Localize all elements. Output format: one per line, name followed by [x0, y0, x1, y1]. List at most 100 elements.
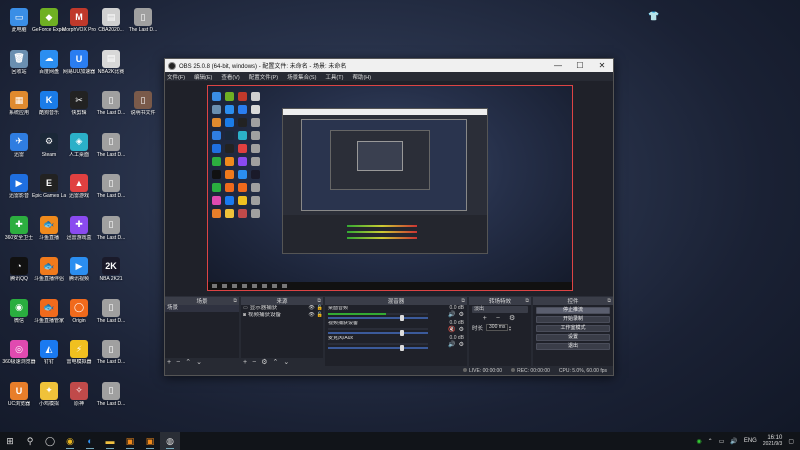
preview-canvas[interactable] — [207, 85, 573, 291]
undock-icon[interactable]: ⧉ — [525, 298, 529, 304]
desktop-shortcut[interactable]: ✦ 小鸡模拟 — [34, 378, 64, 420]
title-bar[interactable]: OBS 25.0.8 (64-bit, windows) - 配置文件: 未命名… — [165, 59, 613, 72]
volume-slider[interactable] — [328, 330, 428, 336]
desktop-shortcut[interactable]: ✈ 迅雷 — [4, 129, 34, 171]
desktop-shortcut[interactable]: ☁ 百度网盘 — [34, 46, 64, 88]
desktop-shortcut[interactable]: ✚ 迅雷游戏盒 — [64, 212, 94, 254]
volume-slider[interactable] — [328, 315, 428, 321]
desktop-shortcut[interactable]: ▯ 说明书文件 — [128, 87, 158, 129]
desktop-shortcut[interactable]: ▯ The Last D... — [96, 378, 126, 420]
desktop-shortcut[interactable]: ◯ Origin — [64, 295, 94, 337]
desktop-shortcut[interactable]: ▤ NBA2K比赛 — [96, 46, 126, 88]
stop-streaming-button[interactable]: 停止推流 — [536, 306, 610, 314]
muted-speaker-icon[interactable]: 🔇 — [448, 326, 455, 333]
duration-input[interactable]: 300 ms — [486, 324, 509, 331]
start-recording-button[interactable]: 开始录制 — [536, 315, 610, 323]
douyu-companion-icon[interactable]: ▣ — [140, 432, 160, 450]
eye-icon[interactable]: 👁 — [308, 305, 314, 312]
network-icon[interactable]: ▭ — [719, 438, 725, 445]
desktop-shortcut[interactable]: ▯ The Last D... — [96, 295, 126, 337]
desktop-shortcut[interactable]: ▯ The Last D... — [128, 4, 158, 46]
search-icon[interactable]: ⚲ — [20, 432, 40, 450]
desktop-shortcut[interactable]: ▤ CBA2020... — [96, 4, 126, 46]
gear-icon[interactable]: ⚙ — [459, 341, 464, 348]
shirt-icon[interactable]: 👕 — [648, 10, 660, 22]
speaker-icon[interactable]: 🔊 — [448, 311, 455, 318]
maximize-button[interactable]: ☐ — [569, 59, 591, 72]
obs-icon[interactable]: ◍ — [160, 432, 180, 450]
douyu-icon[interactable]: ▣ — [120, 432, 140, 450]
desktop-shortcut[interactable]: ✚ 360安全卫士 — [4, 212, 34, 254]
studio-mode-button[interactable]: 工作室模式 — [536, 324, 610, 332]
desktop-shortcut[interactable]: ▦ 系统应用 — [4, 87, 34, 129]
close-button[interactable]: ✕ — [591, 59, 613, 72]
desktop-shortcut[interactable]: ▯ The Last D... — [96, 212, 126, 254]
desktop-shortcut[interactable]: EEpic Games Launcher — [32, 170, 66, 212]
duration-spinner-icon[interactable]: ▴ ▾ — [509, 324, 511, 331]
speaker-icon[interactable]: 🔊 — [448, 341, 455, 348]
menu-item[interactable]: 编辑(E) — [194, 73, 212, 81]
desktop-shortcut[interactable]: ▯ The Last D... — [96, 129, 126, 171]
desktop-shortcut[interactable]: 🐟 斗鱼直播管家 — [34, 295, 64, 337]
scene-list[interactable]: 场景 — [165, 305, 239, 358]
desktop-shortcut[interactable]: M MorphVOX Pro — [62, 4, 96, 46]
desktop-shortcut[interactable]: ◎ 360极速浏览器 — [2, 336, 36, 378]
lock-icon[interactable]: 🔓 — [317, 305, 323, 312]
desktop-shortcut[interactable]: ◆GeForce Experience — [32, 4, 66, 46]
menu-item[interactable]: 场景集合(S) — [287, 73, 316, 81]
desktop-shortcut[interactable]: ⚡ 雷电模拟器 — [64, 336, 94, 378]
preview-area[interactable] — [165, 81, 613, 296]
desktop-shortcut[interactable]: ◉ 微信 — [4, 295, 34, 337]
source-item[interactable]: ◙ 视频捕获设备 👁 🔓 — [241, 312, 323, 319]
edge-icon[interactable]: ◐ — [80, 432, 100, 450]
menu-item[interactable]: 配置文件(P) — [249, 73, 278, 81]
gear-icon[interactable]: ⚙ — [459, 311, 464, 318]
source-list[interactable]: ▭ 显示器捕获 👁 🔓 ◙ 视频捕获设备 👁 🔓 — [241, 305, 323, 358]
desktop-shortcut[interactable]: ◭ 钉钉 — [34, 336, 64, 378]
desktop-shortcut[interactable]: ▯ The Last D... — [96, 170, 126, 212]
desktop-shortcut[interactable]: ▭ 此电脑 — [4, 4, 34, 46]
menu-item[interactable]: 帮助(H) — [352, 73, 371, 81]
desktop-shortcut[interactable]: ▯ The Last D... — [96, 336, 126, 378]
desktop-shortcut[interactable]: K 酷狗音乐 — [34, 87, 64, 129]
wechat-tray-icon[interactable]: ◉ — [696, 438, 701, 445]
desktop-shortcut[interactable]: ▶ 迅雷影音 — [4, 170, 34, 212]
volume-icon[interactable]: 🔊 — [730, 438, 737, 445]
desktop-shortcut[interactable]: 2K NBA 2K21 — [96, 253, 126, 295]
file-explorer-icon[interactable]: ▬ — [100, 432, 120, 450]
desktop-shortcut[interactable]: ✂ 快剪辑 — [64, 87, 94, 129]
desktop-shortcut[interactable]: ✧ 原神 — [64, 378, 94, 420]
exit-button[interactable]: 退出 — [536, 342, 610, 350]
desktop-shortcut[interactable]: ◔ 腾讯QQ — [4, 253, 34, 295]
remove-icon[interactable]: − — [496, 314, 500, 323]
menu-item[interactable]: 工具(T) — [325, 73, 343, 81]
volume-slider[interactable] — [328, 345, 428, 351]
desktop-shortcut[interactable]: ▯ The Last D... — [96, 87, 126, 129]
undock-icon[interactable]: ⧉ — [461, 298, 465, 304]
menu-item[interactable]: 文件(F) — [167, 73, 185, 81]
settings-button[interactable]: 设置 — [536, 333, 610, 341]
scene-item[interactable]: 场景 — [165, 305, 239, 312]
desktop-shortcut[interactable]: 🐟 斗鱼直播 — [34, 212, 64, 254]
desktop-shortcut[interactable]: U UC浏览器 — [4, 378, 34, 420]
chrome-icon[interactable]: ◉ — [60, 432, 80, 450]
undock-icon[interactable]: ⧉ — [233, 298, 237, 304]
notification-icon[interactable]: ▢ — [788, 438, 794, 445]
minimize-button[interactable]: — — [547, 59, 569, 72]
add-icon[interactable]: + — [483, 314, 487, 323]
desktop-shortcut[interactable]: 🗑 回收站 — [4, 46, 34, 88]
eye-icon[interactable]: 👁 — [308, 312, 314, 319]
task-view-icon[interactable]: ◯ — [40, 432, 60, 450]
windows-start-icon[interactable]: ⊞ — [0, 432, 20, 450]
gear-icon[interactable]: ⚙ — [509, 314, 515, 323]
desktop-shortcut[interactable]: ▲ 迅雷游戏 — [64, 170, 94, 212]
desktop-shortcut[interactable]: U 网易UU加速器 — [63, 46, 95, 88]
menu-item[interactable]: 查看(V) — [221, 73, 239, 81]
desktop-shortcut[interactable]: 🐟 斗鱼直播伴侣 — [34, 253, 64, 295]
desktop-shortcut[interactable]: ▶ 腾讯视频 — [64, 253, 94, 295]
lock-icon[interactable]: 🔓 — [317, 312, 323, 319]
show-hidden-icon[interactable]: ⌃ — [708, 438, 713, 445]
slider-handle[interactable] — [400, 345, 404, 351]
desktop-shortcut[interactable]: ⚙ Steam — [34, 129, 64, 171]
undock-icon[interactable]: ⧉ — [607, 298, 611, 304]
